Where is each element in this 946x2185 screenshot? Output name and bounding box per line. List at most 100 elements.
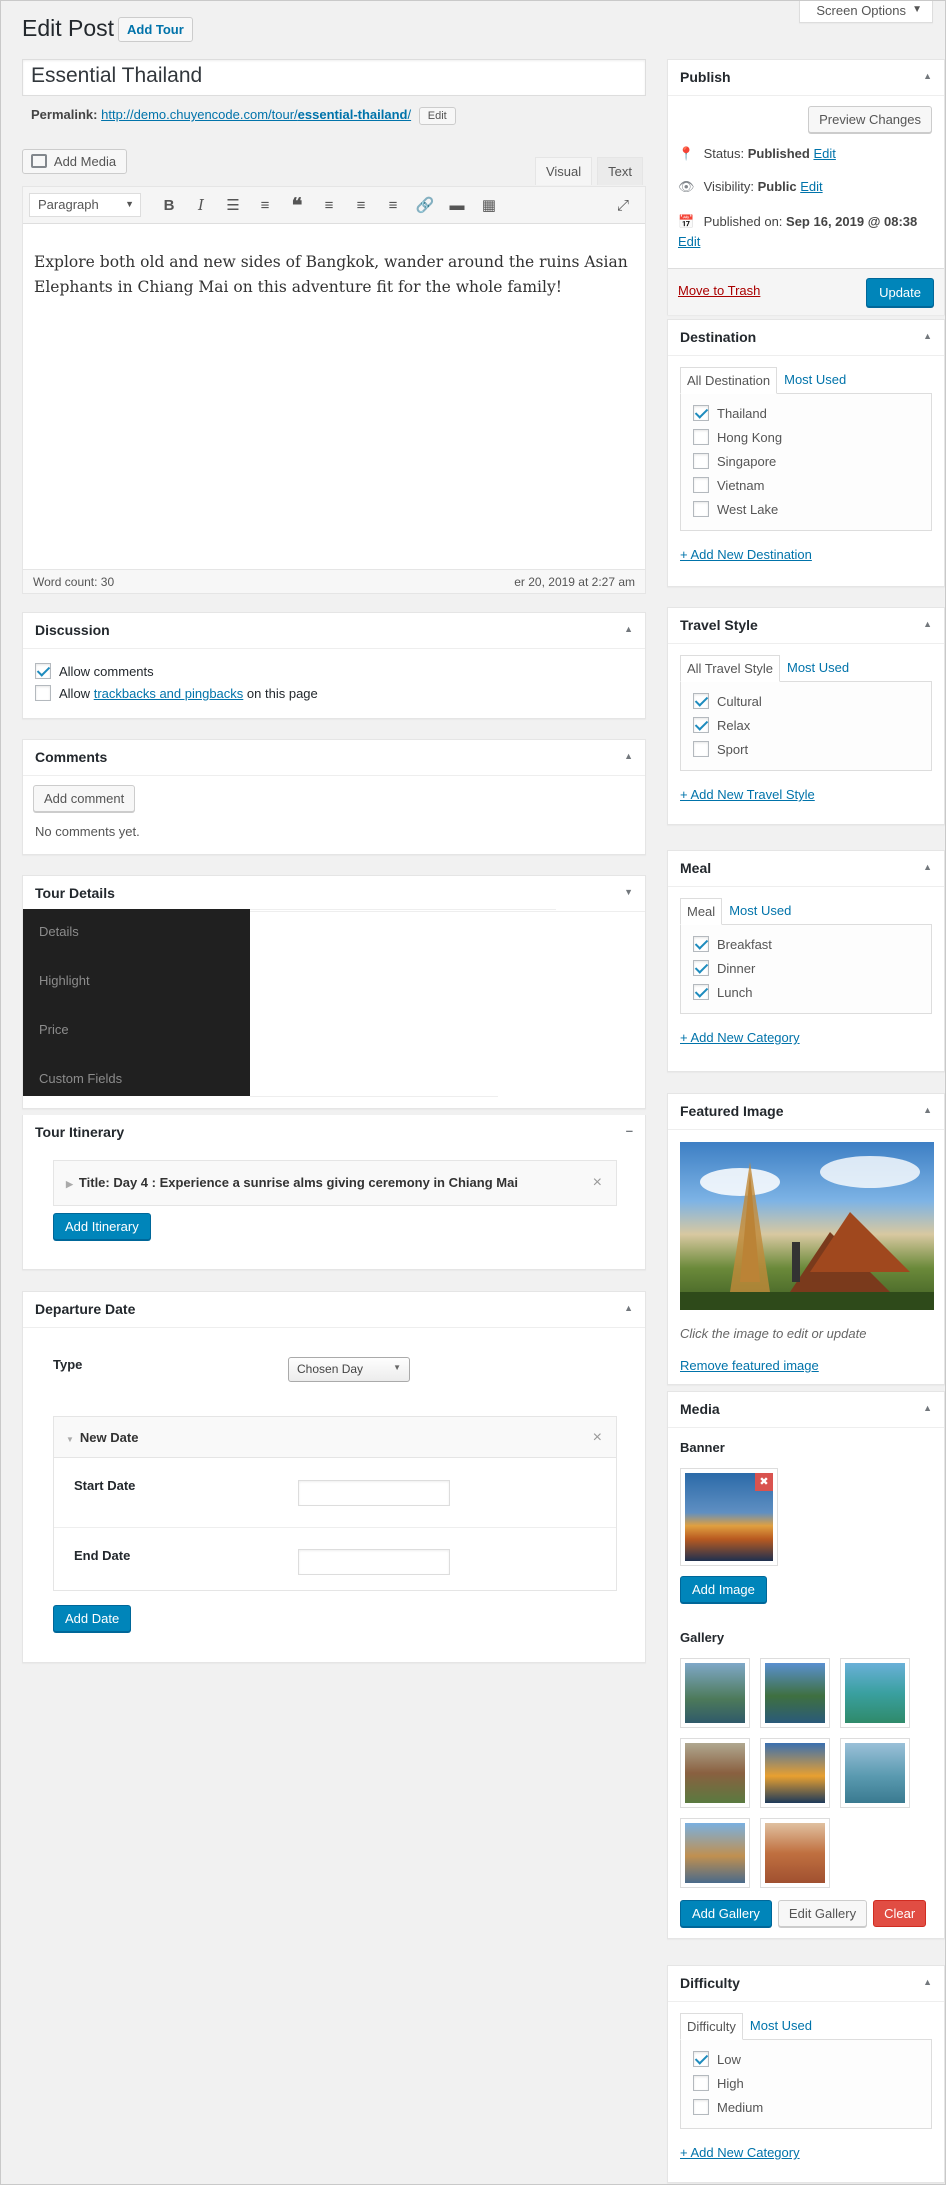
tab-most-used[interactable]: Most Used [777, 366, 853, 393]
add-tour-button[interactable]: Add Tour [118, 17, 193, 42]
collapse-up-icon[interactable]: ▲ [923, 619, 932, 629]
add-media-button[interactable]: Add Media [22, 149, 128, 174]
publish-header[interactable]: Publish ▲ [668, 60, 944, 96]
travel-style-checkbox[interactable] [693, 693, 709, 709]
add-new-travel-style-link[interactable]: + Add New Travel Style [680, 787, 815, 802]
media-header[interactable]: Media ▲ [668, 1392, 944, 1428]
align-right-icon[interactable]: ≡ [377, 197, 409, 214]
numbered-list-icon[interactable]: ≡ [249, 197, 281, 214]
toolbar-toggle-icon[interactable]: ▦ [473, 196, 505, 214]
link-icon[interactable]: 🔗 [409, 196, 441, 214]
collapse-icon[interactable]: – [626, 1123, 633, 1138]
gallery-thumbnail[interactable] [760, 1818, 830, 1888]
tab-most-used[interactable]: Most Used [780, 654, 856, 681]
itinerary-header[interactable]: Tour Itinerary – [23, 1115, 645, 1151]
travel-style-header[interactable]: Travel Style ▲ [668, 608, 944, 644]
tab-all-travel-style[interactable]: All Travel Style [680, 655, 780, 682]
tab-text[interactable]: Text [597, 157, 643, 185]
difficulty-checkbox[interactable] [693, 2099, 709, 2115]
edit-gallery-button[interactable]: Edit Gallery [777, 1900, 868, 1927]
editor-body[interactable]: Explore both old and new sides of Bangko… [23, 224, 645, 326]
gallery-thumbnail[interactable] [840, 1658, 910, 1728]
destination-checkbox[interactable] [693, 453, 709, 469]
comments-header[interactable]: Comments ▲ [23, 740, 645, 776]
meal-checkbox[interactable] [693, 960, 709, 976]
format-select[interactable]: Paragraph ▼ [29, 193, 141, 217]
published-edit-link[interactable]: Edit [678, 234, 700, 249]
tab-most-used[interactable]: Most Used [722, 897, 798, 924]
destination-checkbox[interactable] [693, 501, 709, 517]
status-edit-link[interactable]: Edit [813, 146, 835, 161]
collapse-up-icon[interactable]: ▲ [923, 1977, 932, 1987]
featured-image-header[interactable]: Featured Image ▲ [668, 1094, 944, 1130]
add-new-meal-link[interactable]: + Add New Category [680, 1030, 800, 1045]
update-button[interactable]: Update [866, 278, 934, 307]
tab-meal[interactable]: Meal [680, 898, 723, 925]
discussion-header[interactable]: Discussion ▲ [23, 613, 645, 649]
permalink-edit-button[interactable]: Edit [418, 107, 456, 125]
departure-header[interactable]: Departure Date ▲ [23, 1292, 645, 1328]
travel-style-checkbox[interactable] [693, 741, 709, 757]
new-date-header[interactable]: ▼ New Date × [54, 1417, 616, 1458]
difficulty-checkbox[interactable] [693, 2075, 709, 2091]
gallery-thumbnail[interactable] [840, 1738, 910, 1808]
destination-checkbox[interactable] [693, 405, 709, 421]
italic-icon[interactable]: I [185, 196, 217, 214]
featured-image[interactable] [680, 1142, 934, 1310]
remove-featured-image-link[interactable]: Remove featured image [680, 1358, 819, 1373]
collapse-up-icon[interactable]: ▲ [923, 1105, 932, 1115]
visibility-edit-link[interactable]: Edit [800, 179, 822, 194]
meal-checkbox[interactable] [693, 984, 709, 1000]
difficulty-checkbox[interactable] [693, 2051, 709, 2067]
gallery-thumbnail[interactable] [680, 1658, 750, 1728]
destination-checkbox[interactable] [693, 429, 709, 445]
collapse-up-icon[interactable]: ▲ [624, 1303, 633, 1313]
add-new-difficulty-link[interactable]: + Add New Category [680, 2145, 800, 2160]
fullscreen-icon[interactable]: ⤢ [607, 197, 639, 214]
travel-style-checkbox[interactable] [693, 717, 709, 733]
collapse-up-icon[interactable]: ▲ [923, 71, 932, 81]
allow-comments-checkbox[interactable] [35, 663, 51, 679]
bullet-list-icon[interactable]: ☰ [217, 196, 249, 214]
add-gallery-button[interactable]: Add Gallery [680, 1900, 772, 1927]
add-date-button[interactable]: Add Date [53, 1605, 132, 1632]
collapse-up-icon[interactable]: ▲ [923, 331, 932, 341]
align-left-icon[interactable]: ≡ [313, 197, 345, 214]
tour-nav-custom-fields[interactable]: Custom Fields [23, 1056, 250, 1105]
collapse-up-icon[interactable]: ▲ [923, 1403, 932, 1413]
tab-all-destination[interactable]: All Destination [680, 367, 778, 394]
align-center-icon[interactable]: ≡ [345, 197, 377, 214]
difficulty-header[interactable]: Difficulty ▲ [668, 1966, 944, 2002]
itinerary-item[interactable]: ▶ Title: Day 4 : Experience a sunrise alm… [53, 1160, 617, 1206]
add-new-destination-link[interactable]: + Add New Destination [680, 547, 812, 562]
type-select[interactable]: Chosen Day ▼ [288, 1357, 410, 1382]
tour-nav-price[interactable]: Price [23, 1007, 250, 1056]
tour-nav-details[interactable]: Details [23, 909, 250, 958]
tour-details-header[interactable]: Tour Details ▼ [23, 876, 645, 912]
bold-icon[interactable]: B [153, 197, 185, 214]
gallery-thumbnail[interactable] [760, 1658, 830, 1728]
gallery-thumbnail[interactable] [680, 1738, 750, 1808]
add-comment-button[interactable]: Add comment [33, 785, 136, 812]
trackbacks-link[interactable]: trackbacks and pingbacks [94, 686, 244, 701]
close-icon[interactable]: × [593, 1174, 602, 1192]
start-date-input[interactable] [298, 1480, 450, 1506]
screen-options-toggle[interactable]: Screen Options ▼ [799, 1, 933, 23]
move-to-trash-link[interactable]: Move to Trash [678, 283, 760, 298]
banner-thumbnail[interactable]: ✖ [680, 1468, 778, 1566]
blockquote-icon[interactable]: ❝ [281, 193, 313, 218]
tab-visual[interactable]: Visual [534, 157, 593, 185]
destination-checkbox[interactable] [693, 477, 709, 493]
meal-header[interactable]: Meal ▲ [668, 851, 944, 887]
destination-header[interactable]: Destination ▲ [668, 320, 944, 356]
close-icon[interactable]: × [593, 1429, 602, 1447]
expand-down-icon[interactable]: ▼ [66, 1435, 74, 1444]
add-itinerary-button[interactable]: Add Itinerary [53, 1213, 151, 1240]
tab-most-used[interactable]: Most Used [743, 2012, 819, 2039]
collapse-up-icon[interactable]: ▲ [624, 624, 633, 634]
expand-right-icon[interactable]: ▶ [66, 1179, 73, 1189]
collapse-up-icon[interactable]: ▲ [923, 862, 932, 872]
end-date-input[interactable] [298, 1549, 450, 1575]
collapse-down-icon[interactable]: ▼ [624, 887, 633, 897]
collapse-up-icon[interactable]: ▲ [624, 751, 633, 761]
